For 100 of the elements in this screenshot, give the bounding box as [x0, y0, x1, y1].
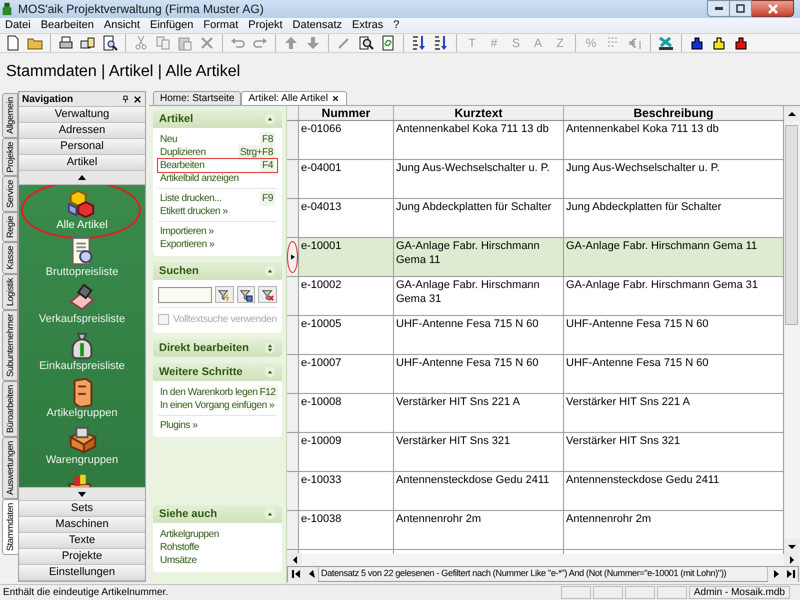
puzzle-icon[interactable]: [711, 35, 727, 51]
table-row[interactable]: e-10005 UHF-Antenne Fesa 715 N 60 UHF-Antenne Fesa 715 N 60: [287, 316, 784, 355]
navigation-item[interactable]: Einkaufspreisliste: [39, 360, 125, 373]
menu-item[interactable]: Ansicht: [98, 16, 145, 34]
copy-icon[interactable]: [155, 35, 171, 51]
navigation-button[interactable]: Verwaltung: [19, 107, 145, 123]
section-header[interactable]: Direkt bearbeiten: [153, 339, 282, 357]
scissors-icon[interactable]: [133, 35, 149, 51]
filter-remove-icon[interactable]: [258, 286, 278, 303]
task-link[interactable]: Plugins »: [158, 419, 277, 432]
navigation-item[interactable]: Warengruppen: [46, 454, 118, 467]
task-link[interactable]: Artikelgruppen: [158, 528, 277, 541]
close-icon[interactable]: [330, 94, 340, 103]
column-header[interactable]: Nummer: [299, 106, 394, 120]
side-tab[interactable]: Auswertungen: [2, 436, 18, 499]
navigation-item[interactable]: Bruttopreisliste: [46, 266, 118, 279]
undo-icon[interactable]: [230, 35, 246, 51]
task-link[interactable]: In einen Vorgang einfügen »: [158, 399, 277, 412]
restore-button[interactable]: [730, 0, 752, 17]
table-row[interactable]: e-04001 Jung Aus-Wechselschalter u. P. Jung Aus-Wechselschalter u. P.: [287, 160, 784, 199]
task-link[interactable]: Duplizieren Strg+F8: [158, 146, 277, 159]
table-row[interactable]: e-10002 GA-Anlage Fabr. Hirschmann Gema 31 GA-Anlage Fabr. Hirschmann Gema 31: [287, 277, 784, 316]
side-tab[interactable]: Stammdaten: [2, 498, 18, 555]
paste-icon[interactable]: [177, 35, 193, 51]
side-tab[interactable]: Subunternehmer: [2, 310, 18, 381]
document-tab[interactable]: Artikel: Alle Artikel: [241, 91, 347, 105]
menu-item[interactable]: Datensatz: [288, 16, 348, 34]
task-link[interactable]: Bearbeiten F4: [158, 159, 277, 172]
side-tab[interactable]: Büroarbeiten: [2, 380, 18, 437]
up-arrow-icon[interactable]: [283, 35, 299, 51]
side-tab[interactable]: Regie: [2, 212, 18, 242]
filter-icon[interactable]: [215, 286, 234, 303]
pin-icon[interactable]: [121, 94, 130, 104]
sort-descending-icon[interactable]: [433, 35, 449, 51]
new-document-icon[interactable]: [5, 35, 21, 51]
sort-ascending-icon[interactable]: [411, 35, 427, 51]
table-row[interactable]: e-04013 Jung Abdeckplatten für Schalter Jung Abdeckplatten für Schalter: [287, 199, 784, 238]
navigation-button[interactable]: Maschinen: [19, 517, 145, 533]
crate-icon[interactable]: [67, 424, 97, 454]
table-row[interactable]: e-01066 Antennenkabel Koka 711 13 db Antennenkabel Koka 711 13 db: [287, 121, 784, 160]
navigation-button[interactable]: Sets: [19, 501, 145, 517]
task-link[interactable]: Etikett drucken »: [158, 205, 277, 218]
side-tab[interactable]: Allgemein: [2, 93, 18, 138]
menu-item[interactable]: Format: [198, 16, 244, 34]
table-row[interactable]: e-10033 Antennensteckdose Gedu 2411 Antennensteckdose Gedu 2411: [287, 472, 784, 511]
down-arrow-icon[interactable]: [305, 35, 321, 51]
side-tab[interactable]: Kasse: [2, 242, 18, 274]
filter-apply-icon[interactable]: [236, 286, 256, 303]
eraser-icon[interactable]: [67, 283, 97, 313]
navigation-button[interactable]: Personal: [19, 139, 145, 155]
previous-record-button[interactable]: [303, 566, 318, 582]
print-preview-icon[interactable]: [102, 35, 118, 51]
puzzle-icon[interactable]: [733, 35, 749, 51]
section-header[interactable]: Siehe auch: [153, 505, 282, 523]
printer-icon[interactable]: [58, 35, 74, 51]
navigation-item[interactable]: Alle Artikel: [56, 219, 108, 232]
navigation-button[interactable]: Adressen: [19, 123, 145, 139]
cubes-icon[interactable]: [67, 189, 97, 219]
search-field[interactable]: [158, 286, 212, 302]
task-link[interactable]: Liste drucken... F9: [158, 192, 277, 205]
navigation-button[interactable]: Texte: [19, 533, 145, 549]
task-link[interactable]: In den Warenkorb legen F12: [158, 386, 277, 399]
table-row[interactable]: e-10009 Verstärker HIT Sns 321 Verstärker HIT Sns 321: [287, 433, 784, 472]
expand-icon[interactable]: [264, 342, 276, 354]
menu-item[interactable]: Datei: [0, 16, 36, 34]
side-tab[interactable]: Service: [2, 176, 18, 212]
table-row[interactable]: e-10038 Antennenrohr 2m Antennenrohr 2m: [287, 511, 784, 550]
table-row[interactable]: e-10008 Verstärker HIT Sns 221 A Verstärker HIT Sns 221 A: [287, 394, 784, 433]
close-button[interactable]: [752, 0, 794, 17]
minimize-button[interactable]: [707, 0, 730, 17]
collapse-icon[interactable]: [264, 113, 276, 125]
side-tab[interactable]: Projekte: [2, 138, 18, 176]
redo-icon[interactable]: [252, 35, 268, 51]
menu-item[interactable]: Projekt: [243, 16, 288, 34]
task-link[interactable]: Exportieren »: [158, 238, 277, 251]
printer-icon[interactable]: [80, 35, 96, 51]
refresh-icon[interactable]: [380, 35, 396, 51]
search-icon[interactable]: [358, 35, 374, 51]
delete-icon[interactable]: [199, 35, 215, 51]
menu-item[interactable]: ?: [388, 16, 404, 34]
navigation-item[interactable]: Artikelgruppen: [46, 407, 118, 420]
menu-item[interactable]: Bearbeiten: [36, 16, 99, 34]
side-tab[interactable]: Logistik: [2, 274, 18, 310]
section-header[interactable]: Suchen: [153, 262, 282, 280]
task-link[interactable]: Artikelbild anzeigen: [158, 172, 277, 185]
close-icon[interactable]: [133, 94, 142, 104]
navigation-button[interactable]: Einstellungen: [19, 565, 145, 581]
last-record-button[interactable]: [783, 566, 798, 582]
collapse-icon[interactable]: [264, 265, 276, 277]
collapse-icon[interactable]: [264, 508, 276, 520]
task-link[interactable]: Rohstoffe: [158, 541, 277, 554]
first-record-button[interactable]: [288, 566, 303, 582]
navigation-button[interactable]: Projekte: [19, 549, 145, 565]
vertical-scrollbar[interactable]: [784, 106, 799, 554]
tool-icon[interactable]: [658, 35, 674, 51]
navigation-button[interactable]: Artikel: [19, 155, 145, 171]
menu-item[interactable]: Extras: [347, 16, 388, 34]
scroll-down-button[interactable]: [784, 539, 799, 554]
document-tab[interactable]: Home: Startseite: [153, 91, 242, 105]
table-row[interactable]: e-10001 GA-Anlage Fabr. Hirschmann Gema 11 GA-Anlage Fabr. Hirschmann Gema 11: [287, 238, 784, 277]
